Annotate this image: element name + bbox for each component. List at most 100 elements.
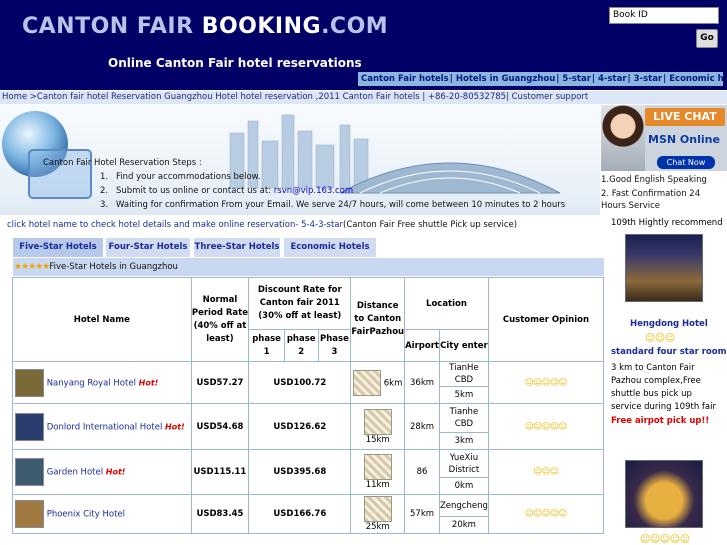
hotel-name-link[interactable]: Donlord International Hotel	[47, 422, 163, 432]
city-distance: 0km	[438, 477, 489, 495]
tab-three-star[interactable]: Three-Star Hotels	[194, 238, 280, 257]
service-note-1: 1.Good English Speaking	[601, 175, 707, 185]
steps-banner: Canton Fair Hotel Reservation Steps : 1.…	[0, 105, 600, 215]
room-standard: standard four star rooms	[611, 347, 727, 357]
section-title: Five-Star Hotels in Guangzhou	[49, 262, 178, 272]
logo-text-3: .COM	[321, 14, 389, 39]
airport-distance: 36km	[404, 361, 440, 404]
distance-value: 11km	[365, 480, 390, 490]
recommended-hotel-name[interactable]: Hengdong Hotel	[630, 319, 708, 329]
col-discount-rate: Discount Rate for Canton fair 2011 (30% …	[248, 277, 352, 330]
nav-4-star[interactable]: 4-star	[595, 74, 628, 84]
tagline: Online Canton Fair hotel reservations	[108, 56, 362, 70]
second-hotel-photo[interactable]	[625, 460, 703, 528]
nav-3-star[interactable]: 3-star	[631, 74, 664, 84]
book-id-input[interactable]: Book ID	[609, 7, 719, 24]
district: YueXiu District	[438, 449, 489, 478]
hotel-cell: Donlord International Hotel Hot!	[12, 403, 192, 450]
normal-rate: USD57.27	[190, 361, 250, 404]
step-3: 3. Waiting for confirmation From your Ema…	[100, 200, 565, 210]
map-icon[interactable]	[363, 454, 392, 480]
airport-pickup-note: Free airpot pick up!!	[611, 416, 710, 426]
step-text: Waiting for confirmation From your Email…	[116, 200, 566, 210]
col-city-center: City enter	[438, 329, 489, 362]
live-chat-title: LIVE CHAT	[645, 108, 725, 126]
district: TianHe CBD	[438, 361, 489, 387]
map-icon[interactable]	[353, 369, 382, 396]
airport-distance: 28km	[404, 403, 440, 450]
discount-rate: USD166.76	[248, 494, 352, 534]
tab-five-star[interactable]: Five-Star Hotels	[13, 238, 103, 257]
five-star-rating-icon: ★★★★★	[14, 262, 50, 272]
col-hotel-name: Hotel Name	[12, 277, 192, 362]
contact-email-link[interactable]: rsvn@vip.163.com	[274, 186, 353, 196]
nav-canton-fair-hotels[interactable]: Canton Fair hotels	[358, 74, 450, 84]
hotel-table: Hotel Name Normal Period Rate (40% off a…	[12, 277, 605, 534]
support-agent-avatar	[601, 105, 645, 171]
distance-cell: 15km	[350, 403, 406, 450]
go-button[interactable]: Go	[696, 29, 718, 48]
normal-rate: USD83.45	[190, 494, 250, 534]
hotel-thumbnail[interactable]	[15, 412, 44, 441]
table-row: Phoenix City Hotel USD83.45 USD166.76 25…	[12, 494, 605, 534]
live-chat-widget[interactable]: LIVE CHAT MSN Online Chat Now	[601, 105, 727, 171]
map-icon[interactable]	[363, 496, 392, 522]
airport-distance: 86	[404, 449, 440, 495]
site-logo[interactable]: CANTON FAIR BOOKING.COM	[22, 14, 388, 39]
distance-value: 6km	[383, 378, 403, 388]
col-opinion: Customer Opinion	[487, 277, 605, 362]
hotel-cell: Nanyang Royal Hotel Hot!	[12, 361, 192, 404]
recommend-heading: 109th Hightly recommend	[611, 218, 723, 228]
step-text: Find your accommodations below.	[116, 172, 261, 182]
rating-smileys-icon: ☺☺☺☺☺	[487, 494, 605, 534]
normal-rate: USD115.11	[190, 449, 250, 495]
tab-economic[interactable]: Economic Hotels	[284, 238, 376, 257]
step-2: 2. Submit to us online or contact us at: …	[100, 186, 353, 196]
recommended-desc: 3 km to Canton Fair Pazhou complex,Free …	[611, 363, 716, 412]
hotel-name-link[interactable]: Phoenix City Hotel	[47, 510, 125, 520]
suitcase-graphic	[28, 149, 92, 199]
hotel-thumbnail[interactable]	[15, 368, 44, 397]
col-phase-1: phase 1	[248, 329, 285, 362]
hotel-thumbnail[interactable]	[15, 500, 44, 528]
hotel-cell: Garden Hotel Hot!	[12, 449, 192, 495]
service-note-2: 2. Fast Confirmation 24 Hours Service	[601, 189, 701, 211]
normal-rate: USD54.68	[190, 403, 250, 450]
nav-hotels-guangzhou[interactable]: Hotels in Guangzhou	[453, 74, 556, 84]
step-text: Submit to us online or contact us at:	[116, 186, 274, 196]
distance-cell: 6km	[350, 361, 406, 404]
step-num: 2.	[100, 186, 109, 196]
nav-5-star[interactable]: 5-star	[559, 74, 592, 84]
hotel-name-link[interactable]: Nanyang Royal Hotel	[47, 378, 136, 388]
distance-value: 15km	[365, 434, 390, 445]
distance-cell: 11km	[350, 449, 406, 495]
logo-text-2: BOOKING	[201, 14, 322, 39]
hotel-thumbnail[interactable]	[15, 458, 44, 486]
step-num: 3.	[100, 200, 109, 210]
top-nav: Canton Fair hotels | Hotels in Guangzhou |…	[358, 72, 723, 86]
district: Zengcheng	[438, 494, 489, 517]
intro-line: click hotel name to check hotel details …	[7, 220, 517, 230]
logo-text-1: CANTON FAIR	[22, 14, 202, 39]
map-icon[interactable]	[363, 408, 392, 435]
distance-value: 25km	[365, 522, 390, 532]
chat-now-button[interactable]: Chat Now	[657, 156, 715, 169]
hot-badge: Hot!	[165, 422, 185, 431]
site-header: CANTON FAIR BOOKING.COM Online Canton Fa…	[0, 0, 727, 90]
recommended-rating-icon: ☺☺☺	[645, 333, 675, 344]
intro-rest: (Canton Fair Free shuttle Pick up servic…	[343, 220, 518, 230]
col-distance: Distance to Canton FairPazhou	[350, 277, 406, 362]
section-header: ★★★★★Five-Star Hotels in Guangzhou	[13, 258, 604, 276]
discount-rate: USD395.68	[248, 449, 352, 495]
breadcrumb[interactable]: Home >Canton fair hotel Reservation Guan…	[0, 91, 727, 104]
hotel-name-link[interactable]: Garden Hotel	[47, 468, 103, 478]
table-row: Garden Hotel Hot! USD115.11 USD395.68 11…	[12, 449, 605, 495]
tab-four-star[interactable]: Four-Star Hotels	[106, 238, 190, 257]
nav-economic-hotels[interactable]: Economic hotels	[666, 74, 723, 84]
discount-rate: USD126.62	[248, 403, 352, 450]
intro-link[interactable]: click hotel name to check hotel details …	[7, 220, 343, 230]
col-phase-3: Phase 3	[317, 329, 352, 362]
recommended-hotel-photo[interactable]	[625, 234, 703, 302]
hot-badge: Hot!	[105, 467, 126, 477]
table-row: Nanyang Royal Hotel Hot! USD57.27 USD100…	[12, 361, 605, 404]
